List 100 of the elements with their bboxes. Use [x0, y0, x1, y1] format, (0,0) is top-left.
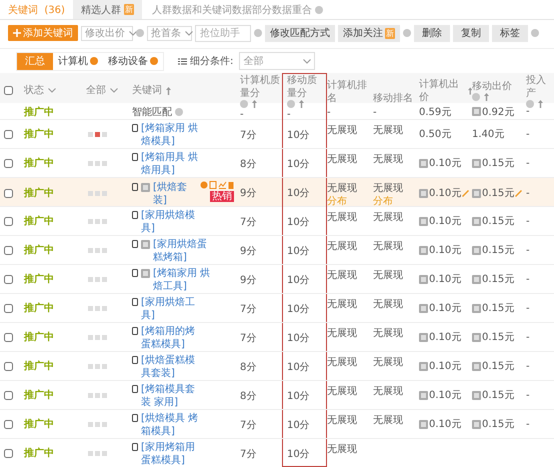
top-select[interactable]: 抢首条	[147, 26, 192, 40]
row-checkbox[interactable]	[4, 332, 13, 342]
row-checkbox[interactable]	[4, 274, 13, 284]
keyword-link[interactable]: [烤箱家用 烘焙工具]	[153, 267, 213, 293]
column-header: 计算机排名	[327, 79, 368, 105]
rank-text: 无展现	[327, 240, 357, 253]
price-text: 0.15元	[482, 157, 514, 170]
plus-icon	[13, 29, 21, 37]
keyword-link[interactable]: [烘焙模具 烤箱模具]	[141, 412, 201, 438]
select-all-checkbox[interactable]	[4, 86, 13, 95]
price-tag-icon	[472, 332, 481, 342]
match-button[interactable]: 修改匹配方式	[265, 24, 335, 42]
add-keyword-button[interactable]: 添加关键词	[8, 25, 78, 41]
sort-arrow-icon[interactable]	[299, 100, 304, 108]
phone-icon	[132, 414, 138, 422]
help-icon[interactable]	[240, 100, 248, 108]
assistant-input[interactable]: 抢位助手	[195, 24, 251, 42]
roi-text: -	[526, 332, 530, 342]
tag-button[interactable]: 标签	[492, 24, 528, 42]
quality-score: 7分	[240, 129, 256, 142]
roi-text: -	[526, 418, 530, 430]
help-icon[interactable]	[90, 57, 98, 65]
price-tag-icon	[472, 188, 481, 198]
column-header: 移动出价	[472, 81, 512, 92]
price-text: 0.10元	[429, 187, 462, 200]
price-text: 0.59元	[419, 106, 452, 118]
rank-text: 无展现	[327, 269, 357, 282]
follow-button[interactable]: 添加关注 新	[338, 24, 400, 42]
keyword-link[interactable]: [烤箱用的烤蛋糕模具]	[141, 325, 201, 351]
pencil-icon[interactable]	[462, 190, 470, 196]
help-icon[interactable]	[136, 29, 144, 37]
row-checkbox[interactable]	[4, 448, 13, 458]
chevron-down-icon	[303, 58, 312, 64]
quality-score: 7分	[240, 448, 256, 461]
row-checkbox[interactable]	[4, 130, 13, 138]
row-checkbox[interactable]	[4, 304, 13, 312]
status-text: 推广中	[24, 359, 54, 373]
help-icon[interactable]	[314, 6, 323, 14]
keyword-link[interactable]: [烤箱用具 烘焙用具]	[141, 151, 201, 177]
keyword-link[interactable]: [烤箱模具套装 家用]	[141, 383, 201, 409]
tab[interactable]: 精选人群 新	[72, 0, 142, 19]
rank-text: 无展现	[373, 356, 403, 369]
column-header: 计算机出价	[419, 78, 460, 104]
help-icon[interactable]	[472, 93, 480, 101]
sort-arrow-icon[interactable]	[468, 86, 472, 94]
segment-tab[interactable]: 汇总	[17, 52, 53, 70]
row-checkbox[interactable]	[4, 390, 13, 400]
chevron-down-icon	[185, 30, 193, 36]
status-text: 推广中	[24, 446, 54, 460]
keyword-link[interactable]: [烤箱家用 烘焙模具]	[141, 122, 201, 148]
roi-text: -	[526, 274, 530, 284]
row-checkbox[interactable]	[4, 246, 13, 254]
row-checkbox[interactable]	[4, 362, 13, 370]
row-checkbox[interactable]	[4, 216, 13, 226]
rank-text: 无展现	[327, 327, 357, 340]
copy-button[interactable]: 复制	[453, 24, 489, 42]
quality-score: 8分	[240, 158, 256, 171]
status-text: 推广中	[24, 105, 54, 118]
sort-arrow-icon[interactable]	[252, 100, 257, 108]
row-checkbox[interactable]	[4, 188, 13, 198]
help-icon[interactable]	[526, 100, 534, 108]
price-text: 0.10元	[429, 418, 462, 431]
quality-score: 10分	[287, 187, 310, 200]
action-icons-drawing[interactable]	[200, 181, 234, 189]
keyword-link[interactable]: [烘焙套装]	[153, 181, 197, 207]
quality-score: -	[240, 108, 244, 120]
status-text: 推广中	[24, 243, 54, 257]
sort-arrow-icon[interactable]	[166, 86, 171, 94]
price-text: 0.92元	[482, 106, 514, 118]
keyword-link[interactable]: [家用烘焙工具]	[141, 296, 201, 322]
keyword-link[interactable]: [家用烘焙模具]	[141, 209, 201, 235]
help-icon[interactable]	[150, 57, 158, 65]
price-text: 0.10元	[429, 215, 462, 228]
row-checkbox[interactable]	[4, 420, 13, 428]
help-icon[interactable]	[531, 29, 539, 37]
price-tag-icon	[419, 274, 428, 284]
help-icon[interactable]	[287, 100, 295, 108]
keyword-link[interactable]: [家用烘焙蛋糕烤箱]	[153, 238, 213, 264]
rank-text: 无展现	[327, 298, 357, 311]
price-text: 0.15元	[482, 187, 514, 200]
sort-arrow-icon[interactable]	[484, 93, 489, 101]
quality-score: 10分	[287, 390, 310, 403]
pencil-icon[interactable]	[515, 190, 522, 196]
row-checkbox[interactable]	[4, 158, 13, 168]
delete-button[interactable]: 删除	[414, 24, 450, 42]
price-text: 0.15元	[482, 273, 514, 286]
phone-icon	[132, 124, 138, 132]
keyword-link[interactable]: [烘焙蛋糕模具套装]	[141, 354, 201, 380]
rank-text: 无展现	[373, 269, 403, 282]
rank-text: -	[327, 106, 331, 119]
sort-arrow-icon[interactable]	[538, 100, 543, 108]
help-icon[interactable]	[175, 108, 183, 116]
price-tag-icon	[472, 390, 481, 400]
help-icon[interactable]	[254, 29, 262, 37]
keyword-link[interactable]: [家用烤箱用蛋糕模具]	[141, 441, 201, 467]
condition-select[interactable]: 全部	[239, 52, 316, 70]
status-text: 推广中	[24, 272, 54, 286]
rank-text: 无展现	[373, 153, 403, 166]
price-tag-icon	[472, 420, 481, 428]
help-icon[interactable]	[403, 29, 411, 37]
